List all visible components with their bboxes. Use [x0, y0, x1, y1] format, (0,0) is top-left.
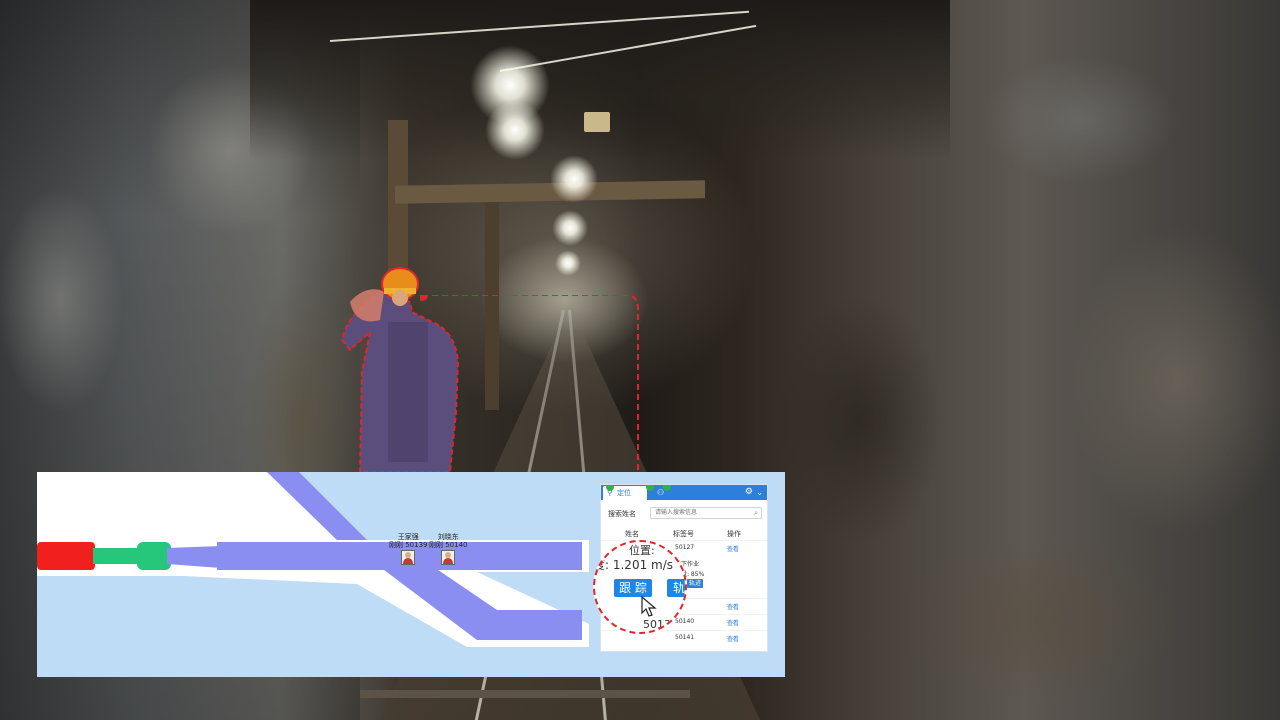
worker-name: 刘晓东 — [437, 533, 459, 541]
search-label: 搜索姓名 — [608, 510, 636, 518]
row-tag: 50141 — [675, 634, 695, 641]
ceiling-lamp — [485, 100, 545, 160]
mouse-cursor-icon — [641, 596, 657, 617]
worker-tag: 刚刚 50140 — [429, 541, 468, 549]
tunnel-ceiling — [250, 0, 950, 160]
sidebar-header: ⚲ 定位 ⚇ ⚙ ⌄ — [601, 485, 767, 500]
worker-marker[interactable]: 刘晓东 刚刚 50140 — [429, 533, 468, 565]
ceiling-lamp — [552, 210, 588, 246]
view-link[interactable]: 查看 — [727, 602, 739, 611]
column-name: 姓名 — [625, 530, 639, 538]
gear-icon[interactable]: ⚙ — [745, 487, 753, 498]
follow-button[interactable]: 跟 踪 — [614, 579, 652, 597]
mag-tag: 50139 — [643, 618, 678, 631]
tab-badge — [646, 485, 654, 491]
tab-badge-2 — [663, 485, 671, 491]
table-row[interactable]: 50141 查看 — [601, 630, 767, 645]
person-icon: ⚇ — [657, 488, 665, 497]
worker-avatar — [401, 550, 416, 565]
search-input[interactable] — [650, 507, 762, 519]
tab-personnel[interactable]: ⚇ — [641, 485, 685, 500]
zoom-magnifier: 位置: 速度: 1.201 m/s 跟 踪 轨 50139 — [593, 540, 687, 634]
view-link[interactable]: 查看 — [727, 618, 739, 627]
view-link[interactable]: 查看 — [727, 544, 739, 553]
worker-tag: 刚刚 50139 — [389, 541, 428, 549]
mag-speed: 速度: 1.201 m/s — [593, 558, 674, 572]
worker-avatar — [441, 550, 456, 565]
column-tag: 标签号 — [673, 530, 694, 538]
ceiling-lamp — [550, 155, 598, 203]
worker-name: 王家强 — [397, 533, 419, 541]
column-action: 操作 — [727, 530, 741, 538]
rail-sleeper — [360, 690, 690, 698]
search-icon[interactable]: ⌕ — [754, 509, 758, 518]
ceiling-lamp — [555, 250, 581, 276]
segment-red — [37, 542, 95, 570]
row-tag: 50127 — [675, 544, 695, 551]
track-mini-button[interactable]: 轨迹 — [687, 579, 704, 588]
table-header: 姓名 标签号 操作 — [601, 527, 767, 539]
chevron-down-icon[interactable]: ⌄ — [756, 487, 763, 498]
worker-marker[interactable]: 王家强 刚刚 50139 — [389, 533, 428, 565]
track-button[interactable]: 轨 — [667, 579, 685, 597]
tab-label: 定位 — [617, 489, 631, 497]
search-row: 搜索姓名 ⌕ — [606, 507, 762, 521]
lamp-box — [584, 112, 610, 132]
view-link[interactable]: 查看 — [727, 634, 739, 643]
